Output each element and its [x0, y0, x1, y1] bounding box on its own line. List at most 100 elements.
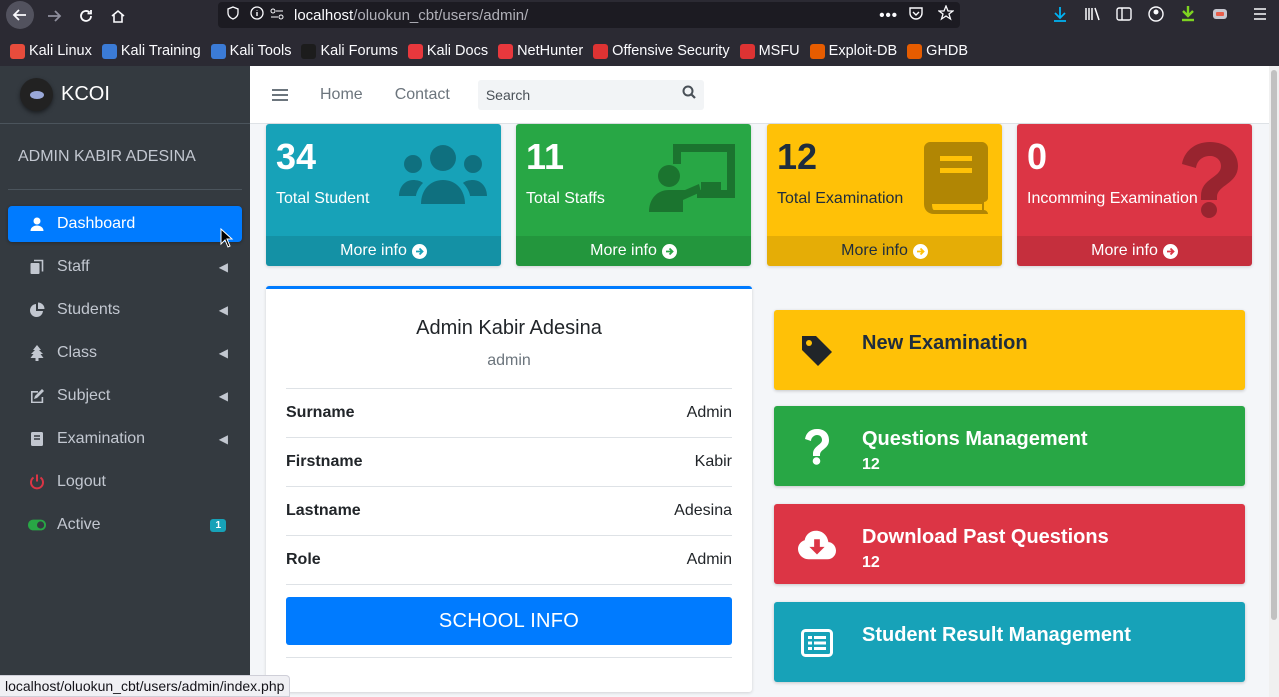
sidebar-item-class[interactable]: Class ◀: [8, 335, 242, 371]
library-icon[interactable]: [1083, 5, 1101, 28]
page-scrollbar[interactable]: [1269, 66, 1279, 697]
bookmarks-toolbar: Kali Linux Kali Training Kali Tools Kali Fo…: [0, 38, 1279, 64]
permissions-icon[interactable]: [270, 7, 284, 24]
reload-button[interactable]: [72, 3, 100, 29]
divider: [286, 657, 732, 658]
chevron-left-icon: ◀: [218, 260, 228, 274]
users-icon: [399, 142, 487, 211]
search-input[interactable]: [485, 86, 666, 103]
bookmark-item[interactable]: NetHunter: [498, 43, 583, 59]
top-navbar: Home Contact: [250, 66, 1269, 124]
nav-contact-link[interactable]: Contact: [395, 86, 450, 104]
arrow-circle-right-icon: [1162, 243, 1178, 259]
school-info-button[interactable]: SCHOOL INFO: [286, 597, 732, 645]
status-bar-url: localhost/oluokun_cbt/users/admin/index.…: [0, 675, 291, 697]
sidebar-menu: Dashboard Staff ◀ Students ◀ Class ◀ Subject ◀ Ex…: [0, 206, 250, 543]
action-box-download-past-questions[interactable]: Download Past Questions 12: [774, 504, 1245, 584]
action-box-questions-management[interactable]: Questions Management 12: [774, 406, 1245, 486]
bookmark-label: Kali Training: [120, 43, 201, 59]
menu-icon[interactable]: [1251, 5, 1269, 28]
chevron-left-icon: ◀: [218, 432, 228, 446]
brand-logo: [20, 78, 53, 111]
sidebar-item-examination[interactable]: Examination ◀: [8, 421, 242, 457]
profile-details: Surname Admin Firstname Kabir Lastname Adesin…: [286, 388, 732, 585]
hamburger-icon[interactable]: [272, 88, 288, 101]
sidebar-item-dashboard[interactable]: Dashboard: [8, 206, 242, 242]
url-path: /oluokun_cbt/users/admin/: [353, 6, 529, 24]
more-info-link[interactable]: More info: [266, 236, 501, 266]
extension-download-icon[interactable]: [1179, 5, 1197, 28]
profile-card: Admin Kabir Adesina admin Surname Admin Fi…: [266, 286, 752, 692]
bookmark-favicon-icon: [739, 43, 755, 59]
search-icon[interactable]: [682, 85, 696, 104]
downloads-icon[interactable]: [1051, 5, 1069, 28]
back-button[interactable]: [6, 1, 34, 29]
bookmark-item[interactable]: Kali Tools: [210, 43, 291, 59]
tree-icon: [28, 344, 46, 362]
brand-link[interactable]: KCOI: [0, 66, 250, 124]
profile-row-value: Admin: [686, 551, 732, 568]
action-box-new-examination[interactable]: New Examination: [774, 310, 1245, 390]
sidebar-item-logout[interactable]: Logout: [8, 464, 242, 500]
stat-value: 11: [526, 136, 565, 177]
action-count: 12: [862, 456, 880, 473]
bookmark-favicon-icon: [907, 43, 923, 59]
more-info-link[interactable]: More info: [516, 236, 751, 266]
bookmark-favicon-icon: [498, 43, 514, 59]
bookmark-item[interactable]: GHDB: [907, 43, 968, 59]
toggle-on-icon: [28, 516, 46, 534]
more-info-link[interactable]: More info: [767, 236, 1002, 266]
more-actions-icon[interactable]: •••: [879, 7, 898, 24]
bookmark-item[interactable]: Kali Training: [101, 43, 201, 59]
sidebar-item-students[interactable]: Students ◀: [8, 292, 242, 328]
chevron-left-icon: ◀: [218, 389, 228, 403]
extension-icon[interactable]: [1211, 5, 1229, 28]
url-bar[interactable]: localhost/oluokun_cbt/users/admin/ •••: [218, 2, 960, 28]
stat-value: 12: [777, 136, 818, 177]
arrow-circle-right-icon: [411, 243, 427, 259]
sidebar-item-staff[interactable]: Staff ◀: [8, 249, 242, 285]
url-host: localhost: [294, 6, 354, 24]
sidebar-toggle-icon[interactable]: [1115, 5, 1133, 28]
sidebar-item-label: Logout: [57, 473, 106, 490]
tag-icon: [798, 332, 836, 370]
question-icon: [798, 428, 836, 466]
profile-row-value: Admin: [686, 404, 732, 421]
bookmark-item[interactable]: Exploit-DB: [809, 43, 898, 59]
bookmark-favicon-icon: [210, 43, 226, 59]
bookmark-favicon-icon: [101, 43, 117, 59]
profile-row-key: Surname: [286, 404, 355, 421]
bookmark-item[interactable]: Kali Forums: [301, 43, 398, 59]
mouse-cursor-icon: [220, 227, 234, 253]
bookmark-favicon-icon: [10, 43, 25, 59]
nav-home-link[interactable]: Home: [320, 86, 363, 104]
pocket-icon[interactable]: [908, 5, 924, 25]
list-alt-icon: [798, 624, 836, 662]
user-icon: [28, 215, 46, 233]
bookmark-item[interactable]: Kali Docs: [407, 43, 489, 59]
stat-value: 0: [1027, 136, 1048, 177]
bookmark-item[interactable]: MSFU: [739, 43, 800, 59]
bookmark-star-icon[interactable]: [937, 4, 955, 25]
bookmark-label: Kali Docs: [426, 43, 489, 59]
sidebar-item-label: Staff: [57, 258, 90, 275]
sidebar-item-active[interactable]: Active 1: [8, 507, 242, 543]
stat-box: 0 Incomming Examination More info: [1017, 124, 1252, 266]
question-icon: [1182, 142, 1238, 223]
sidebar-item-subject[interactable]: Subject ◀: [8, 378, 242, 414]
forward-button[interactable]: [40, 3, 68, 29]
bookmark-item[interactable]: Offensive Security: [593, 43, 730, 59]
bookmark-label: Exploit-DB: [828, 43, 898, 59]
action-box-student-result-management[interactable]: Student Result Management: [774, 602, 1245, 682]
more-info-link[interactable]: More info: [1017, 236, 1252, 266]
profile-row: Surname Admin: [286, 389, 732, 438]
user-panel[interactable]: ADMIN KABIR ADESINA: [8, 124, 242, 190]
profile-row: Role Admin: [286, 536, 732, 585]
home-button[interactable]: [104, 3, 132, 29]
bookmark-item[interactable]: Kali Linux: [10, 43, 92, 59]
profile-row: Lastname Adesina: [286, 487, 732, 536]
info-icon[interactable]: [250, 6, 264, 24]
account-icon[interactable]: [1147, 5, 1165, 28]
sidebar: KCOI ADMIN KABIR ADESINA Dashboard Staff ◀…: [0, 66, 250, 697]
cloud-download-icon: [798, 526, 836, 564]
